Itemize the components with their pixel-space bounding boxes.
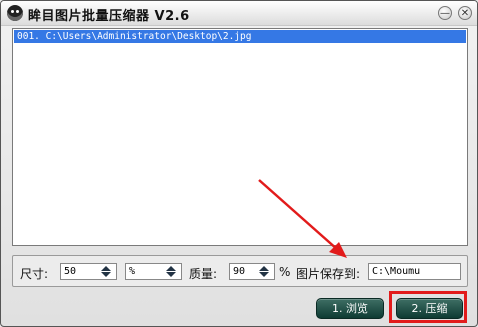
annotation-arrow [258,179,347,258]
arrow-shaft [258,179,339,251]
app-window: 眸目图片批量压缩器 V2.6 — ✕ 001. C:\Users\Adminis… [0,0,478,327]
